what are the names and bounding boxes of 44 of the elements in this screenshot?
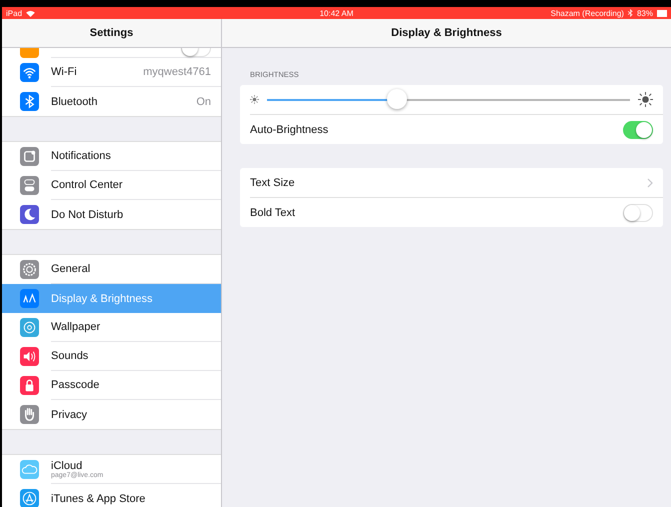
row-label: Bold Text [250, 206, 296, 218]
detail-title: Display & Brightness [391, 27, 502, 39]
sidebar-item[interactable]: Privacy [2, 400, 221, 429]
item-label: Passcode [51, 379, 100, 391]
sidebar-item[interactable]: Bluetooth On [2, 87, 221, 116]
sidebar-item[interactable]: Wi-Fi myqwest4761 [2, 58, 221, 87]
sidebar-item[interactable]: Wallpaper [2, 313, 221, 342]
row-label: Auto-Brightness [250, 124, 328, 136]
item-label: Privacy [51, 408, 88, 420]
dim-sun-icon [250, 95, 259, 104]
brightness-slider[interactable] [267, 88, 630, 110]
bright-sun-icon [638, 92, 653, 107]
row-label: Text Size [250, 176, 295, 188]
device-name: iPad [6, 8, 22, 18]
wifi-icon [26, 10, 36, 16]
sidebar-item[interactable]: Control Center [2, 171, 221, 200]
toggle-switch[interactable] [623, 204, 653, 222]
item-label: Display & Brightness [51, 292, 152, 304]
chevron-icon [647, 178, 653, 188]
battery-icon [657, 10, 667, 16]
battery-percent: 83% [636, 8, 653, 18]
toggle-switch[interactable] [623, 120, 653, 138]
item-label: iTunes & App Store [51, 492, 146, 504]
recording-label: Shazam (Recording) [550, 8, 624, 18]
item-label: Do Not Disturb [51, 208, 124, 220]
sidebar-item[interactable]: iTunes & App Store [2, 484, 221, 507]
sidebar-item[interactable]: Sounds [2, 342, 221, 371]
item-label: Notifications [51, 150, 111, 162]
item-value: myqwest4761 [143, 66, 211, 78]
item-label: iCloud [51, 460, 84, 472]
sidebar-item[interactable]: Passcode [2, 371, 221, 400]
bluetooth-icon [628, 9, 633, 17]
item-value: On [196, 96, 211, 108]
sidebar-item[interactable]: Notifications [2, 142, 221, 171]
item-label: Bluetooth [51, 96, 98, 108]
item-label: General [51, 263, 90, 275]
item-label: Wallpaper [51, 321, 100, 333]
clock-time: 10:42 AM [320, 8, 354, 18]
item-label: Control Center [51, 179, 123, 191]
sidebar-item[interactable]: Do Not Disturb [2, 200, 221, 229]
item-label: Wi-Fi [51, 66, 77, 78]
sidebar-title: Settings [90, 27, 134, 39]
item-label: Sounds [51, 350, 88, 362]
slider-thumb[interactable] [386, 88, 407, 108]
